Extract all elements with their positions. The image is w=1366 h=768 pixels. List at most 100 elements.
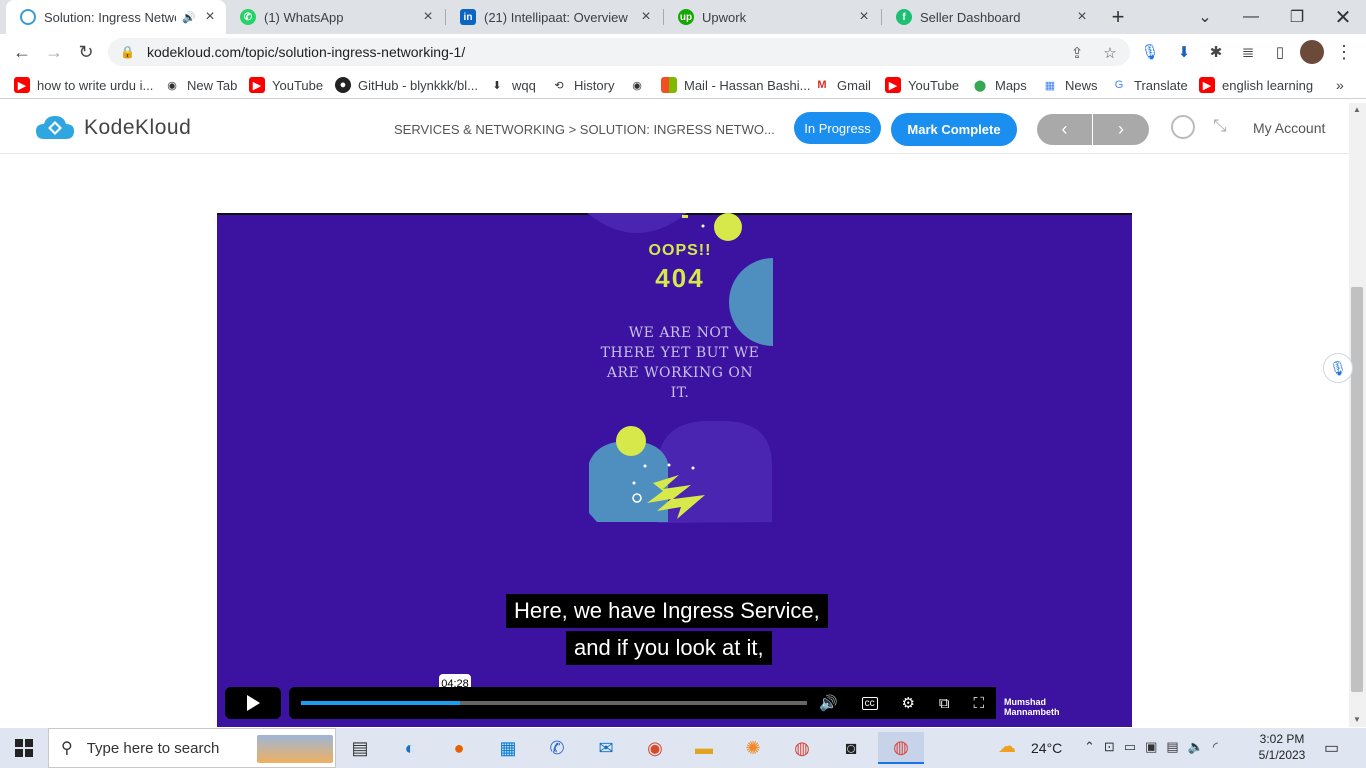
share-icon[interactable]: ⇪ [1066,42,1088,64]
camera-app-icon[interactable]: ◙ [831,732,871,764]
my-account-link[interactable]: My Account [1253,120,1325,136]
close-icon[interactable]: × [1074,8,1090,26]
close-icon[interactable]: × [638,8,654,26]
microphone-icon[interactable]: 🎙 [1138,40,1162,64]
tab-search-icon[interactable]: ⌄ [1182,0,1228,34]
file-explorer-icon[interactable]: ▬ [684,732,724,764]
firefox-icon[interactable]: ● [439,732,479,764]
weather-icon[interactable]: ☁ [998,736,1026,760]
side-panel-icon[interactable]: ▯ [1268,40,1292,64]
display-icon[interactable]: ▭ [1124,739,1136,755]
bookmark-item[interactable]: ▶ YouTube [885,75,959,95]
taskbar-search[interactable]: ⚲ Type here to search [48,728,336,768]
news-icon: ▦ [1044,79,1056,92]
restore-icon[interactable]: ❐ [1274,0,1320,34]
tab-strip: Solution: Ingress Networ 🔊 × ✆ (1) Whats… [0,0,1366,34]
tab-title: (1) WhatsApp [264,9,344,25]
bookmark-label: History [574,77,615,93]
fullscreen-icon[interactable]: ⛶ [974,695,985,712]
scroll-up-icon[interactable]: ▲ [1353,105,1361,114]
video-player[interactable]: OOPS!! 404 WE ARE NOT THERE YET BUT WE A… [217,213,1132,727]
bookmark-item[interactable]: ▦ News [1042,75,1098,95]
menu-icon[interactable]: ⋮ [1332,40,1356,64]
play-button[interactable] [225,687,281,719]
status-badge[interactable]: In Progress [794,112,881,144]
bookmark-item[interactable]: M Gmail [814,75,871,95]
settings-app-icon[interactable]: ✺ [733,732,773,764]
address-bar[interactable]: 🔒 kodekloud.com/topic/solution-ingress-n… [108,38,1130,66]
breadcrumb[interactable]: SERVICES & NETWORKING > SOLUTION: INGRES… [394,122,775,137]
more-bookmarks-icon[interactable]: » [1336,75,1344,95]
extensions-icon[interactable]: ✱ [1204,40,1228,64]
close-icon[interactable]: × [420,8,436,26]
page-scrollbar[interactable]: ▲ ▼ [1349,103,1366,727]
wifi-icon[interactable]: ◜ [1213,739,1218,755]
avatar[interactable] [1300,40,1324,64]
bookmarks-bar: ▶ how to write urdu i... ◉ New Tab ▶ YouTub… [0,70,1366,99]
tab-fiverr[interactable]: f Seller Dashboard × [882,0,1098,34]
clock[interactable]: 3:02 PM 5/1/2023 [1256,731,1308,763]
tab-whatsapp[interactable]: ✆ (1) WhatsApp × [226,0,444,34]
previous-lesson-button[interactable]: ‹ [1037,114,1092,145]
edge-icon[interactable]: ◐ [390,732,430,764]
chevron-up-icon[interactable]: ⌃ [1084,739,1095,755]
minimize-icon[interactable]: — [1228,0,1274,34]
bookmark-star-icon[interactable]: ☆ [1099,42,1121,64]
download-extension-icon[interactable]: ⬇ [1172,40,1196,64]
bookmark-label: english learning [1222,77,1314,93]
tab-kodekloud[interactable]: Solution: Ingress Networ 🔊 × [6,0,226,34]
bookmark-item[interactable]: ◉ New Tab [164,75,237,95]
speaker-icon[interactable]: 🔊 [182,11,196,24]
new-tab-icon[interactable]: + [1098,0,1138,34]
task-view-icon[interactable]: ▤ [340,732,380,764]
back-icon[interactable]: ← [8,38,36,66]
mark-complete-button[interactable]: Mark Complete [891,113,1017,146]
globe-icon: ◉ [632,79,642,92]
picture-in-picture-icon[interactable]: ⧉ [939,695,950,712]
media-control-icon[interactable]: ≣ [1236,40,1260,64]
voice-input-icon[interactable]: 🎙 [1323,353,1353,383]
app-icon[interactable]: ◉ [635,732,675,764]
captions-icon[interactable]: cc [861,696,878,710]
next-lesson-button[interactable]: › [1093,114,1149,145]
chrome-active-icon[interactable]: ◍ [878,732,924,764]
bookmark-item[interactable]: ▶ YouTube [249,75,323,95]
bookmark-label: YouTube [272,77,324,93]
weather-temp[interactable]: 24°C [1031,740,1062,756]
scroll-down-icon[interactable]: ▼ [1353,715,1361,724]
windows-start-icon[interactable] [4,732,44,764]
chrome-icon[interactable]: ◍ [782,732,822,764]
site-logo[interactable]: KodeKloud [34,113,191,143]
bookmark-item[interactable]: ⬇ wqq [489,75,535,95]
dark-mode-icon[interactable] [1171,115,1195,139]
device-icon[interactable]: ▣ [1145,739,1157,755]
bookmark-item[interactable]: ▶ how to write urdu i... [14,75,153,95]
scrollbar-thumb[interactable] [1351,287,1363,692]
volume-icon[interactable]: 🔈 [1188,739,1204,755]
bookmark-item[interactable]: Mail - Hassan Bashi... [661,75,810,95]
notifications-icon[interactable]: ▭ [1324,738,1339,758]
bookmark-item[interactable]: G Translate [1111,75,1188,95]
bookmark-item[interactable]: ● GitHub - blynkkk/bl... [335,75,478,95]
forward-icon[interactable]: → [40,38,68,66]
bookmark-item[interactable]: ⬤ Maps [972,75,1027,95]
volume-icon[interactable]: 🔊 [819,694,838,712]
settings-icon[interactable]: ⚙ [901,694,914,712]
reload-icon[interactable]: ↻ [72,38,100,66]
bookmark-item[interactable]: ◉ [629,75,652,95]
bookmark-item[interactable]: ⟲ History [551,75,614,95]
bookmark-item[interactable]: ▶ english learning [1199,75,1313,95]
window-close-icon[interactable]: ✕ [1320,0,1366,34]
close-icon[interactable]: × [856,8,872,26]
tab-upwork[interactable]: up Upwork × [664,0,880,34]
collapse-icon[interactable]: ⤡ [1213,116,1227,136]
progress-track[interactable] [301,701,849,705]
close-icon[interactable]: × [202,8,218,26]
app-tray-icon[interactable]: ▤ [1166,739,1178,755]
youtube-icon: ▶ [249,77,265,93]
tab-linkedin[interactable]: in (21) Intellipaat: Overview | Lin × [446,0,662,34]
network-tray-icon[interactable]: ⊡ [1104,739,1115,755]
mail-icon[interactable]: ✉ [586,732,626,764]
telephone-app-icon[interactable]: ✆ [537,732,577,764]
store-icon[interactable]: ▦ [488,732,528,764]
